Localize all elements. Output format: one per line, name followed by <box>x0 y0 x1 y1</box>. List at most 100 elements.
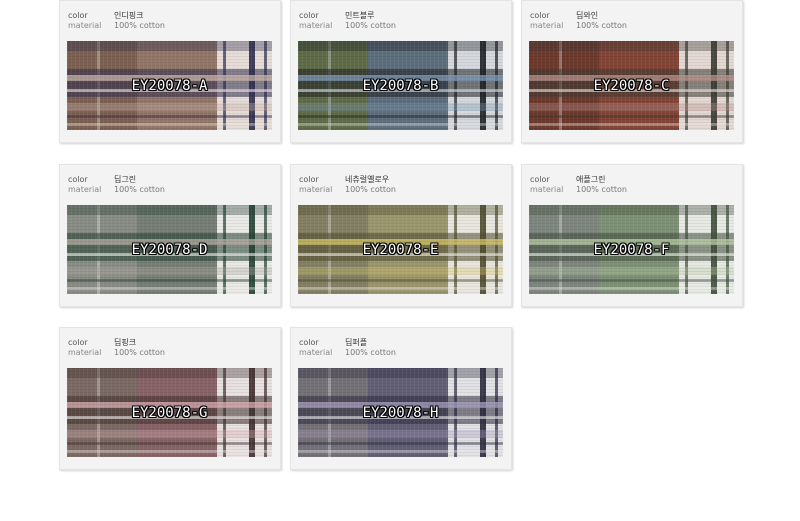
plaid-band <box>529 71 734 72</box>
plaid-band <box>67 53 272 54</box>
plaid-band <box>529 292 734 293</box>
plaid-band <box>298 214 503 215</box>
swatch-card-c[interactable]: color 딥와인 material 100% cotton EY20078-C <box>521 0 743 143</box>
plaid-band <box>298 104 503 105</box>
plaid-band <box>67 446 272 447</box>
plaid-band <box>67 214 272 215</box>
plaid-band <box>298 371 503 372</box>
plaid-band <box>529 128 734 129</box>
swatch-card-b[interactable]: color 민트블루 material 100% cotton EY20078-B <box>290 0 512 143</box>
plaid-band <box>298 68 503 69</box>
color-value: 딥그린 <box>114 175 137 184</box>
plaid-band <box>67 59 272 60</box>
plaid-band <box>529 125 734 126</box>
plaid-band <box>67 74 272 75</box>
swatch-card-f[interactable]: color 애플그린 material 100% cotton EY20078-F <box>521 164 743 307</box>
plaid-band <box>298 208 503 209</box>
swatch-card-h[interactable]: color 딥퍼플 material 100% cotton EY20078-H <box>290 327 512 470</box>
plaid-band <box>298 401 503 402</box>
color-key: color <box>68 11 88 20</box>
plaid-band <box>298 262 503 263</box>
color-key: color <box>68 338 88 347</box>
plaid-band <box>298 71 503 72</box>
plaid-band <box>529 232 734 233</box>
plaid-band <box>298 425 503 426</box>
product-code: EY20078-D <box>131 241 208 258</box>
plaid-band <box>529 208 734 209</box>
plaid-band <box>529 113 734 114</box>
plaid-band <box>298 437 503 438</box>
plaid-band <box>529 65 734 66</box>
swatch-card-e[interactable]: color 네츄럴옐로우 material 100% cotton EY20078-… <box>290 164 512 307</box>
product-code: EY20078-E <box>362 241 439 258</box>
plaid-band <box>298 47 503 48</box>
plaid-band <box>298 398 503 399</box>
plaid-band <box>298 265 503 266</box>
swatch-card-d[interactable]: color 딥그린 material 100% cotton EY20078-D <box>59 164 281 307</box>
plaid-band <box>67 386 272 387</box>
plaid-band <box>298 56 503 57</box>
material-value: 100% cotton <box>576 185 627 194</box>
plaid-band <box>67 271 272 272</box>
product-code: EY20078-A <box>131 77 208 94</box>
plaid-band <box>298 431 503 432</box>
plaid-band <box>298 107 503 108</box>
plaid-band <box>298 65 503 66</box>
product-code: EY20078-F <box>593 241 670 258</box>
plaid-band <box>67 289 272 290</box>
material-value: 100% cotton <box>576 21 627 30</box>
plaid-band <box>67 374 272 375</box>
plaid-band <box>298 422 503 423</box>
plaid-band <box>67 383 272 384</box>
fabric-swatch[interactable]: EY20078-A <box>67 41 272 130</box>
plaid-band <box>67 205 272 206</box>
plaid-band <box>67 428 272 429</box>
plaid-band <box>298 205 503 215</box>
plaid-band <box>529 274 734 275</box>
plaid-band <box>298 274 503 275</box>
material-key: material <box>530 185 564 194</box>
plaid-band <box>298 377 503 378</box>
fabric-swatch[interactable]: EY20078-D <box>67 205 272 294</box>
material-key: material <box>299 185 333 194</box>
plaid-band <box>298 283 503 284</box>
plaid-band <box>298 389 503 390</box>
fabric-swatch[interactable]: EY20078-G <box>67 368 272 457</box>
plaid-band <box>298 259 503 260</box>
swatch-card-a[interactable]: color 인디핑크 material 100% cotton EY20078-A <box>59 0 281 143</box>
plaid-band <box>67 452 272 453</box>
fabric-swatch[interactable]: EY20078-C <box>529 41 734 130</box>
plaid-band <box>298 41 503 51</box>
color-value: 딥퍼플 <box>345 338 368 347</box>
material-value: 100% cotton <box>345 348 396 357</box>
swatch-card-g[interactable]: color 딥핑크 material 100% cotton EY20078-G <box>59 327 281 470</box>
plaid-band <box>67 107 272 108</box>
plaid-band <box>67 128 272 129</box>
plaid-band <box>298 446 503 447</box>
fabric-swatch[interactable]: EY20078-B <box>298 41 503 130</box>
plaid-band <box>529 47 734 48</box>
color-value: 인디핑크 <box>114 11 144 20</box>
color-value: 애플그린 <box>576 175 606 184</box>
plaid-band <box>298 395 503 396</box>
plaid-band <box>298 74 503 75</box>
plaid-band <box>67 422 272 423</box>
card-meta: color 민트블루 material 100% cotton <box>299 11 396 31</box>
plaid-band <box>67 265 272 266</box>
fabric-swatch[interactable]: EY20078-E <box>298 205 503 294</box>
plaid-band <box>67 119 272 120</box>
fabric-swatch[interactable]: EY20078-H <box>298 368 503 457</box>
plaid-band <box>67 229 272 230</box>
plaid-band <box>529 53 734 54</box>
plaid-band <box>298 211 503 212</box>
product-code: EY20078-B <box>362 77 439 94</box>
plaid-band <box>298 223 503 224</box>
fabric-swatch[interactable]: EY20078-F <box>529 205 734 294</box>
plaid-band <box>67 113 272 114</box>
plaid-band <box>529 205 734 206</box>
plaid-band <box>298 116 503 117</box>
plaid-band <box>67 122 272 123</box>
plaid-band <box>298 238 503 239</box>
plaid-band <box>298 50 503 51</box>
material-value: 100% cotton <box>114 185 165 194</box>
